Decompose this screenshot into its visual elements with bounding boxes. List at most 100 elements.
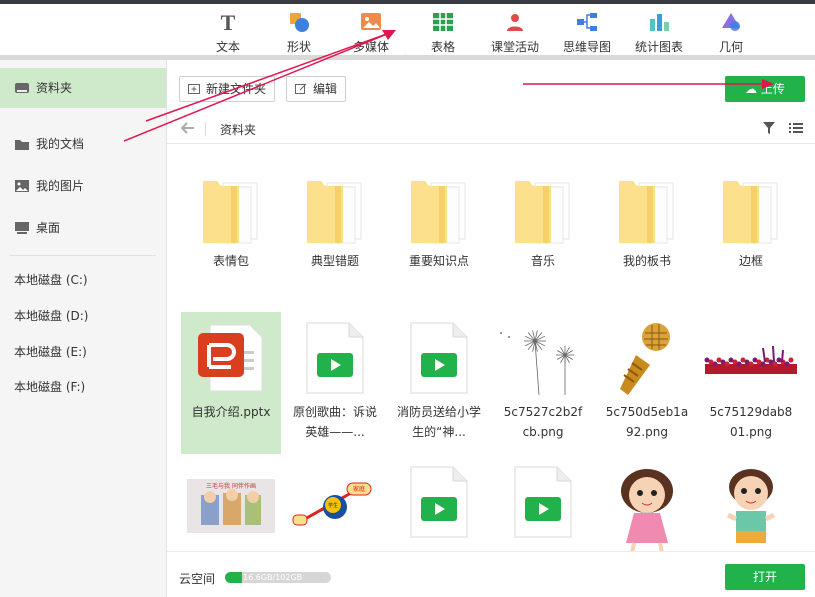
video-file-icon xyxy=(410,466,468,538)
upload-button[interactable]: ☁ 上传 xyxy=(725,76,805,102)
thumb-label: 学生 xyxy=(328,502,338,509)
ribbon-button-multimedia[interactable]: 多媒体 xyxy=(336,10,406,55)
image-icon xyxy=(15,180,29,192)
ribbon-button-mindmap[interactable]: 思维导图 xyxy=(552,10,622,55)
ribbon-button-chart[interactable]: 统计图表 xyxy=(624,10,694,55)
sidebar: 资料夹 我的文档 我的图片 桌面 本地磁盘 (C:) 本地磁盘 (D:) 本地磁… xyxy=(0,60,167,597)
folder-name: 表情包 xyxy=(212,254,249,268)
folder-item[interactable]: 音乐 xyxy=(491,171,595,291)
insert-ribbon: T 文本 形状 多媒体 表格 课堂活动 思维导图 统计图表 几何 xyxy=(0,4,815,60)
folder-name: 我的板书 xyxy=(622,254,671,268)
breadcrumb: 资料夹 xyxy=(167,114,815,144)
cloud-space-label: 云空间 xyxy=(179,572,216,586)
folder-icon xyxy=(515,181,570,244)
ribbon-label: 课堂活动 xyxy=(490,40,539,54)
folder-icon xyxy=(15,140,29,150)
cloud-upload-icon: ☁ xyxy=(745,82,761,96)
ribbon-label: 文本 xyxy=(215,40,240,54)
folder-icon xyxy=(203,181,258,244)
file-item[interactable]: 5c7527c2b2fcb.png xyxy=(493,312,593,454)
dandelion-image xyxy=(500,330,574,395)
folder-name: 边框 xyxy=(738,254,763,268)
table-icon xyxy=(433,13,453,31)
file-name: 原创歌曲：诉说英雄——... xyxy=(293,405,378,439)
ribbon-button-geometry[interactable]: 几何 xyxy=(696,10,766,55)
desktop-icon xyxy=(15,222,29,234)
folder-icon xyxy=(619,181,674,244)
sidebar-item-label: 本地磁盘 (F:) xyxy=(14,380,86,394)
breadcrumb-current: 资料夹 xyxy=(220,123,257,137)
file-item[interactable] xyxy=(389,463,489,551)
folder-name: 典型错题 xyxy=(310,254,359,268)
folder-icon xyxy=(723,181,778,244)
file-name: 5c750d5eb1a92.png xyxy=(605,405,689,439)
sidebar-item-materials[interactable]: 资料夹 xyxy=(0,68,166,108)
file-item[interactable]: 5c75129dab801.png xyxy=(701,312,801,454)
folder-name: 重要知识点 xyxy=(408,254,469,268)
file-item[interactable] xyxy=(597,463,697,551)
folder-item[interactable]: 我的板书 xyxy=(595,171,699,291)
drive-icon xyxy=(15,83,29,93)
edit-label: 编辑 xyxy=(313,82,338,96)
file-item[interactable]: 消防员送给小学生的“神... xyxy=(389,312,489,454)
folder-item[interactable]: 边框 xyxy=(699,171,803,291)
sidebar-item-my-pictures[interactable]: 我的图片 xyxy=(0,166,166,206)
file-item[interactable]: 原创歌曲：诉说英雄——... xyxy=(285,312,385,454)
cartoon-boy-image xyxy=(726,469,776,543)
thumb-label: 家庭 xyxy=(353,485,365,493)
sidebar-item-label: 本地磁盘 (D:) xyxy=(14,309,89,323)
sidebar-item-desktop[interactable]: 桌面 xyxy=(0,208,166,248)
list-view-icon[interactable] xyxy=(789,122,803,134)
storage-bar: 16.6GB/102GB xyxy=(225,572,331,583)
family-diagram-image: 学生 家庭 xyxy=(291,479,379,533)
geometry-icon xyxy=(722,13,740,31)
file-item[interactable]: 三毛与我 同伴作画 xyxy=(181,463,281,551)
multimedia-icon xyxy=(361,13,381,30)
folder-item[interactable]: 重要知识点 xyxy=(387,171,491,291)
file-name: 5c75129dab801.png xyxy=(709,405,793,439)
edit-button[interactable]: 编辑 xyxy=(286,76,347,102)
sidebar-item-disk-f[interactable]: 本地磁盘 (F:) xyxy=(0,367,166,407)
sidebar-item-label: 本地磁盘 (C:) xyxy=(14,273,88,287)
open-button[interactable]: 打开 xyxy=(725,564,805,590)
folder-icon xyxy=(307,181,362,244)
file-item[interactable] xyxy=(701,463,801,551)
back-arrow-icon[interactable] xyxy=(181,122,195,134)
sidebar-item-disk-d[interactable]: 本地磁盘 (D:) xyxy=(0,296,166,336)
sidebar-item-disk-c[interactable]: 本地磁盘 (C:) xyxy=(0,260,166,300)
video-file-icon xyxy=(410,322,468,394)
cartoon-drawing-image: 三毛与我 同伴作画 xyxy=(187,479,275,533)
ribbon-button-table[interactable]: 表格 xyxy=(408,10,478,55)
crowd-image xyxy=(704,345,797,374)
sidebar-item-label: 本地磁盘 (E:) xyxy=(14,345,87,359)
upload-label: 上传 xyxy=(760,82,785,96)
file-item[interactable]: 学生 家庭 xyxy=(285,463,385,551)
new-folder-button[interactable]: 新建文件夹 xyxy=(179,76,276,102)
file-name: 消防员送给小学生的“神... xyxy=(397,405,482,439)
add-folder-icon xyxy=(188,84,200,94)
ribbon-button-classroom-activity[interactable]: 课堂活动 xyxy=(480,10,550,55)
sidebar-item-my-documents[interactable]: 我的文档 xyxy=(0,124,166,164)
file-item[interactable]: 5c750d5eb1a92.png xyxy=(597,312,697,454)
ribbon-button-text[interactable]: T 文本 xyxy=(193,10,263,55)
storage-bar-fill xyxy=(225,572,243,583)
file-browser: 新建文件夹 编辑 ☁ 上传 资料夹 表情包 典型错题 重要知识点 音乐 我的板书 边框自我… xyxy=(167,60,815,597)
filter-icon[interactable] xyxy=(763,122,775,134)
new-folder-label: 新建文件夹 xyxy=(206,82,267,96)
folder-icon xyxy=(411,181,466,244)
sidebar-item-disk-e[interactable]: 本地磁盘 (E:) xyxy=(0,332,166,372)
open-label: 打开 xyxy=(752,570,777,584)
edit-icon xyxy=(295,83,307,94)
golden-microphone-image xyxy=(620,323,670,395)
footer: 云空间 16.6GB/102GB 打开 xyxy=(167,551,815,597)
folder-item[interactable]: 典型错题 xyxy=(283,171,387,291)
file-name: 5c7527c2b2fcb.png xyxy=(503,405,583,439)
video-file-icon xyxy=(306,322,364,394)
file-grid: 表情包 典型错题 重要知识点 音乐 我的板书 边框自我介绍.pptx 原创歌曲：诉说英雄——… xyxy=(167,145,815,551)
file-item[interactable]: 自我介绍.pptx xyxy=(181,312,281,454)
folder-item[interactable]: 表情包 xyxy=(179,171,283,291)
ribbon-button-shape[interactable]: 形状 xyxy=(264,10,334,55)
file-item[interactable] xyxy=(493,463,593,551)
video-file-icon xyxy=(514,466,572,538)
sidebar-item-label: 桌面 xyxy=(36,221,61,235)
